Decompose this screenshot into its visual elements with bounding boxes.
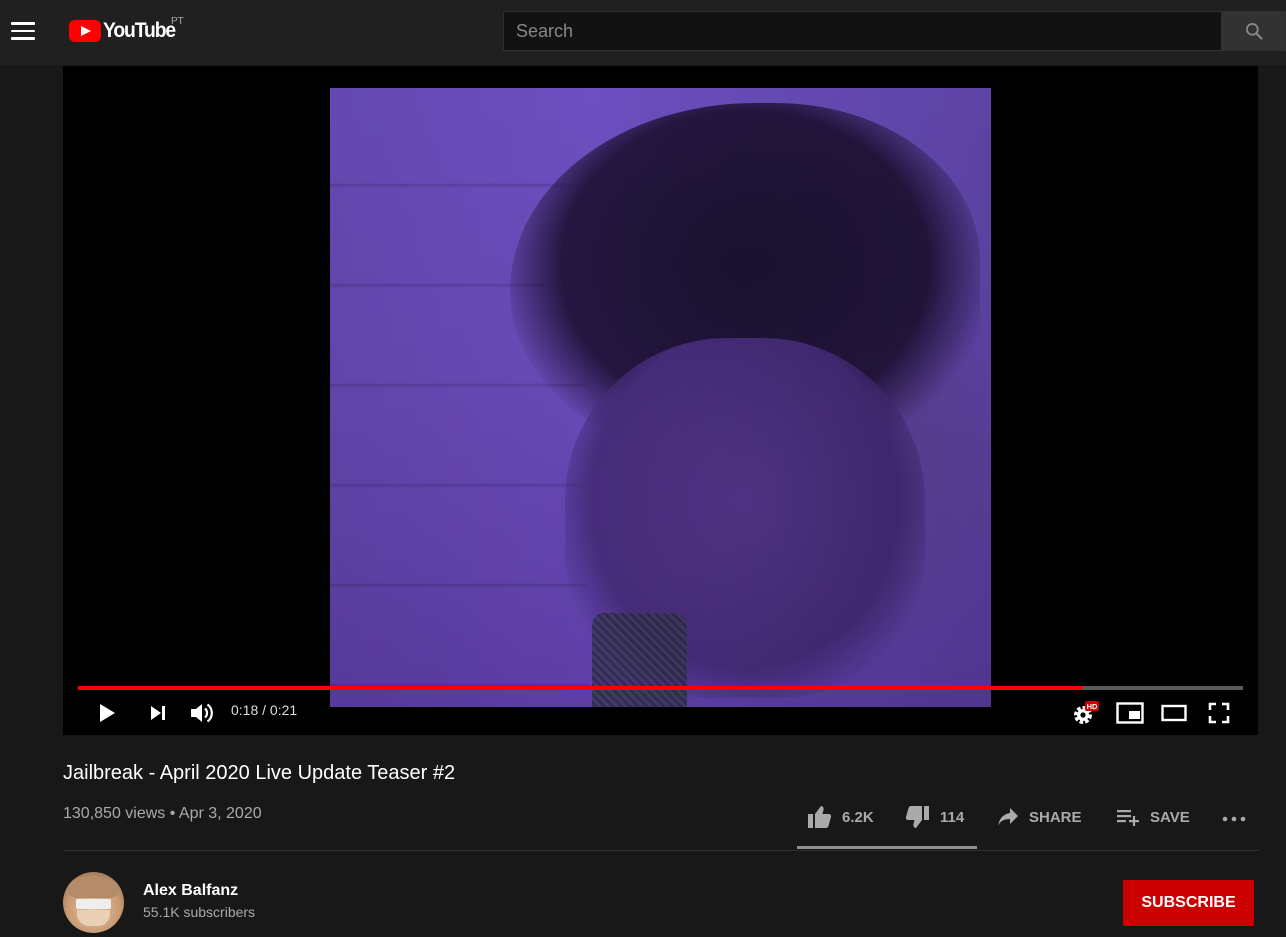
youtube-logo[interactable]: YouTube [69, 18, 181, 44]
channel-name[interactable]: Alex Balfanz [143, 882, 238, 900]
progress-bar[interactable] [78, 686, 1243, 690]
more-horizontal-icon [1222, 816, 1246, 822]
channel-avatar[interactable] [63, 872, 124, 933]
search-icon [1245, 23, 1262, 40]
youtube-play-logo-icon [69, 20, 101, 42]
save-button[interactable]: SAVE [1116, 802, 1190, 832]
share-button[interactable]: SHARE [997, 802, 1082, 832]
save-label: SAVE [1150, 808, 1190, 826]
masthead: YouTube PT [0, 0, 1286, 65]
miniplayer-icon [1116, 702, 1144, 724]
next-button[interactable] [145, 700, 171, 726]
hd-badge: HD [1087, 702, 1098, 711]
logo-text: YouTube [103, 19, 176, 42]
thumbs-up-icon [808, 806, 832, 828]
volume-button[interactable] [187, 699, 217, 727]
like-count: 6.2K [842, 808, 874, 826]
settings-button[interactable]: HD [1069, 699, 1101, 727]
gear-icon: HD [1074, 701, 1099, 724]
thumbs-down-icon [905, 806, 929, 828]
divider [63, 850, 1259, 851]
subscriber-count: 55.1K subscribers [143, 904, 256, 920]
search-input[interactable] [504, 12, 1221, 50]
share-label: SHARE [1029, 808, 1082, 826]
fullscreen-icon [1208, 702, 1230, 724]
share-arrow-icon [998, 808, 1018, 826]
subscribe-button[interactable]: SUBSCRIBE [1123, 880, 1254, 926]
dislike-count: 114 [940, 808, 965, 826]
view-count-date: 130,850 views • Apr 3, 2020 [63, 805, 262, 822]
sentiment-bar [797, 846, 977, 849]
dislike-button[interactable]: 114 [905, 802, 964, 832]
more-actions-button[interactable] [1221, 802, 1247, 832]
avatar-glasses [76, 899, 111, 909]
video-shading [330, 88, 991, 707]
avatar-face [77, 910, 110, 926]
time-display: 0:18 / 0:21 [231, 702, 298, 718]
miniplayer-button[interactable] [1115, 700, 1145, 726]
search-button[interactable] [1221, 11, 1286, 51]
volume-icon [191, 703, 213, 723]
play-icon [100, 704, 115, 722]
avatar-hat [69, 876, 118, 898]
play-button[interactable] [93, 700, 121, 726]
fullscreen-button[interactable] [1205, 700, 1233, 726]
country-code: PT [171, 16, 184, 27]
add-to-playlist-icon [1117, 810, 1139, 826]
video-title: Jailbreak - April 2020 Live Update Tease… [63, 762, 456, 784]
video-player[interactable]: 0:18 / 0:21 HD [63, 66, 1258, 735]
skip-next-icon [151, 706, 165, 720]
progress-bar-played [78, 686, 1083, 690]
theater-mode-icon [1161, 704, 1187, 722]
like-button[interactable]: 6.2K [807, 802, 874, 832]
search-box [503, 11, 1222, 51]
hamburger-menu-icon[interactable] [11, 22, 35, 40]
theater-mode-button[interactable] [1159, 700, 1189, 726]
video-frame[interactable] [330, 88, 991, 707]
